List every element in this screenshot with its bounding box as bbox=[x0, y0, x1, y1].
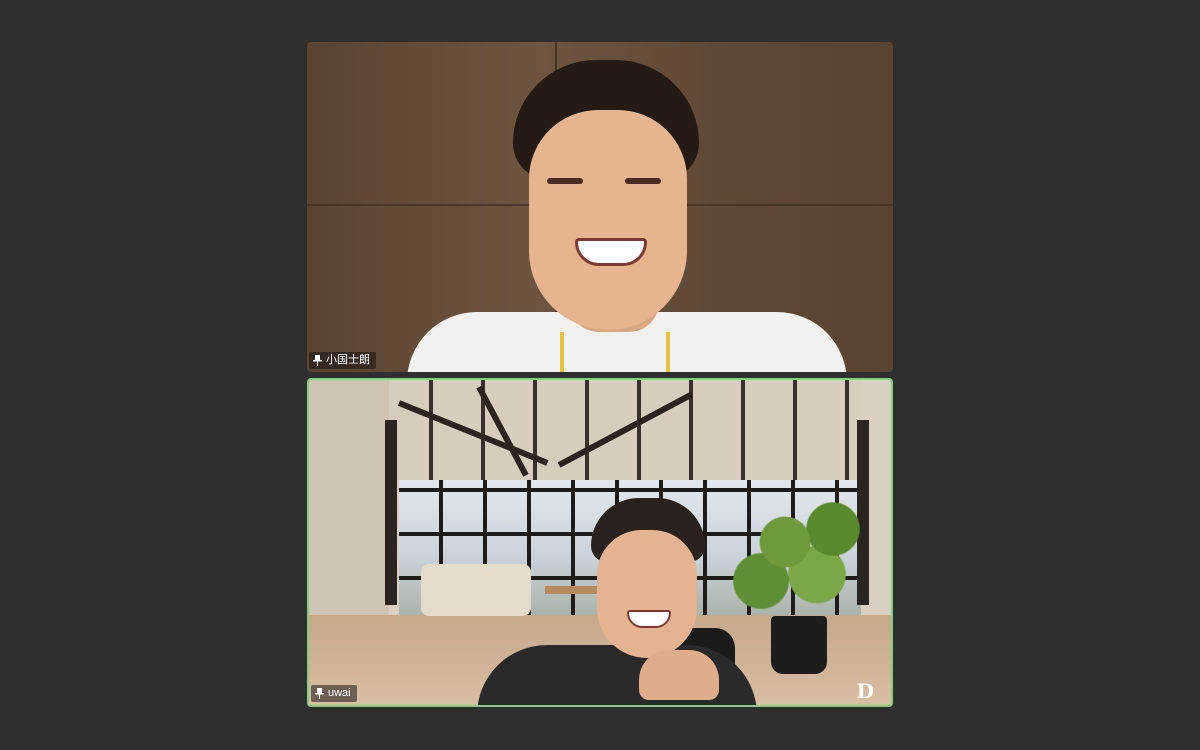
pin-icon bbox=[315, 688, 324, 699]
participant-eye bbox=[547, 178, 583, 184]
sunroom-pillar bbox=[385, 420, 397, 605]
pin-icon bbox=[313, 355, 322, 366]
participant-hand bbox=[639, 650, 719, 700]
brand-watermark: D bbox=[856, 679, 874, 703]
participant-eye bbox=[625, 178, 661, 184]
participant-lanyard bbox=[560, 332, 670, 372]
participant-name: uwai bbox=[328, 687, 351, 699]
participant-name-label: 小国士朗 bbox=[309, 352, 376, 369]
plant-leaves bbox=[721, 490, 881, 620]
table bbox=[545, 586, 605, 646]
plant-pot bbox=[771, 616, 827, 674]
sofa bbox=[421, 564, 531, 616]
video-tile-participant-1[interactable]: 小国士朗 bbox=[307, 42, 893, 372]
participant-name-label: uwai bbox=[311, 685, 357, 702]
participant-face bbox=[529, 110, 687, 330]
video-tile-participant-2[interactable]: uwai D bbox=[307, 378, 893, 707]
meeting-gallery-view: 小国士朗 uwai D bbox=[0, 0, 1200, 750]
participant-smile bbox=[575, 238, 647, 266]
participant-face bbox=[597, 530, 697, 658]
participant-name: 小国士朗 bbox=[326, 354, 370, 366]
participant-smile bbox=[627, 610, 671, 628]
